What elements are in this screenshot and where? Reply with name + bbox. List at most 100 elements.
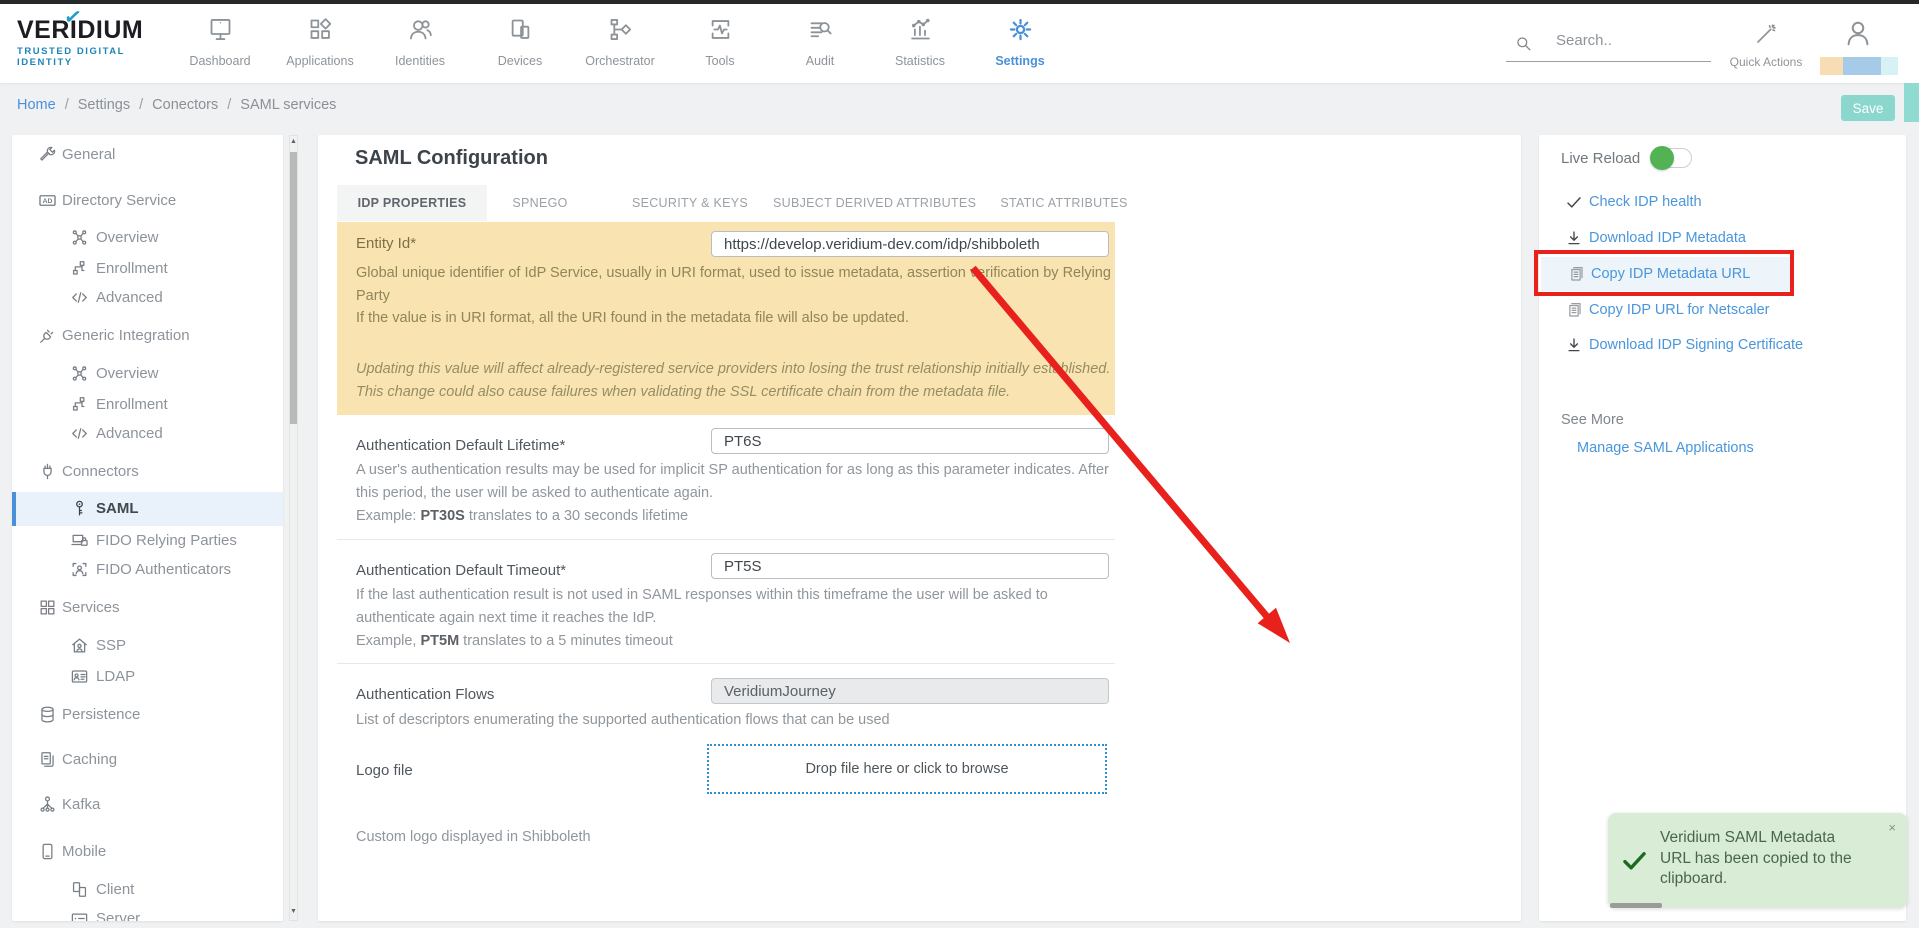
wrench-icon [38, 145, 57, 164]
sidebar-item-generic-integration[interactable]: Generic Integration [12, 321, 283, 351]
auth-default-lifetime-label: Authentication Default Lifetime* [356, 437, 565, 454]
example-line: Example, PT5M translates to a 5 minutes … [356, 630, 1048, 653]
tab-idp-properties[interactable]: IDP PROPERTIES [337, 185, 487, 221]
search-icon[interactable] [1514, 34, 1533, 53]
sidebar-item-gi-overview[interactable]: Overview [12, 359, 283, 389]
nav-item-applications[interactable]: Applications [270, 10, 370, 68]
live-reload-toggle[interactable] [1652, 148, 1692, 168]
scroll-down-arrow-icon[interactable]: ▼ [290, 908, 297, 915]
check-idp-health-link[interactable]: Check IDP health [1539, 188, 1869, 216]
tab-subject-derived-attributes[interactable]: SUBJECT DERIVED ATTRIBUTES [773, 185, 963, 221]
sidebar-item-fido-authenticators[interactable]: FIDO Authenticators [12, 555, 283, 585]
sidebar-item-server[interactable]: Server [12, 904, 283, 921]
grid-icon [38, 598, 57, 617]
sidebar-item-label: Overview [96, 365, 159, 382]
download-idp-metadata-link[interactable]: Download IDP Metadata [1539, 224, 1869, 252]
section-divider [337, 539, 1115, 540]
nav-item-devices[interactable]: Devices [470, 10, 570, 68]
nav-item-orchestrator[interactable]: Orchestrator [570, 10, 670, 68]
sidebar-item-directory-service[interactable]: ADDirectory Service [12, 186, 283, 216]
save-button[interactable]: Save [1841, 95, 1895, 121]
breadcrumb-settings-link[interactable]: Settings [78, 97, 130, 113]
nav-item-label: Devices [470, 54, 570, 68]
download-idp-signing-certificate-link[interactable]: Download IDP Signing Certificate [1539, 331, 1869, 359]
sidebar-item-gi-enrollment[interactable]: Enrollment [12, 390, 283, 420]
nav-item-settings[interactable]: Settings [970, 10, 1070, 68]
entity-id-input[interactable] [711, 231, 1109, 257]
sidebar-item-label: Overview [96, 229, 159, 246]
strip-segment [1843, 57, 1881, 75]
sidebar-item-connectors[interactable]: Connectors [12, 457, 283, 487]
sidebar-item-mobile[interactable]: Mobile [12, 837, 283, 867]
entity-id-description: Global unique identifier of IdP Service,… [356, 262, 1111, 330]
sidebar-item-services[interactable]: Services [12, 593, 283, 623]
sidebar-item-persistence[interactable]: Persistence [12, 700, 283, 730]
sidebar-item-fido-relying-parties[interactable]: FIDO Relying Parties [12, 526, 283, 556]
sidebar-item-ds-overview[interactable]: Overview [12, 223, 283, 253]
breadcrumb-home-link[interactable]: Home [17, 97, 56, 113]
auth-default-timeout-label: Authentication Default Timeout* [356, 562, 566, 579]
sidebar-item-caching[interactable]: Caching [12, 745, 283, 775]
auth-default-timeout-input[interactable] [711, 553, 1109, 579]
auth-default-lifetime-input[interactable] [711, 428, 1109, 454]
tab-static-attributes[interactable]: STATIC ATTRIBUTES [984, 185, 1144, 221]
strip-segment [1820, 57, 1843, 75]
breadcrumb-row: Home/Settings/Conectors/SAML services Sa… [0, 83, 1919, 129]
nav-item-audit[interactable]: Audit [770, 10, 870, 68]
authentication-flows-description: List of descriptors enumerating the supp… [356, 709, 890, 732]
description-line: Party [356, 285, 1111, 308]
copy-idp-url-netscaler-link[interactable]: Copy IDP URL for Netscaler [1539, 296, 1869, 324]
user-avatar-icon[interactable] [1843, 16, 1873, 50]
toast-close-icon[interactable]: × [1888, 820, 1896, 835]
integration-icon [38, 326, 57, 345]
scroll-up-arrow-icon[interactable]: ▲ [290, 138, 297, 145]
nav-item-label: Applications [270, 54, 370, 68]
search-input[interactable] [1556, 32, 1706, 49]
avatar-color-strip [1820, 57, 1898, 75]
authentication-flows-label: Authentication Flows [356, 686, 494, 703]
settings-sidebar: General ADDirectory Service Overview Enr… [12, 135, 283, 921]
ad-badge-icon: AD [38, 191, 57, 210]
sidebar-item-gi-advanced[interactable]: Advanced [12, 419, 283, 449]
idp-actions-panel: Live Reload Check IDP health Download ID… [1539, 135, 1906, 921]
nav-item-label: Settings [970, 54, 1070, 68]
sidebar-item-general[interactable]: General [12, 140, 283, 170]
tab-spnego[interactable]: SPNEGO [495, 185, 585, 221]
nav-item-tools[interactable]: Tools [670, 10, 770, 68]
sidebar-item-client[interactable]: Client [12, 875, 283, 905]
audit-icon [807, 16, 834, 43]
sidebar-item-ds-enrollment[interactable]: Enrollment [12, 254, 283, 284]
sidebar-item-label: FIDO Relying Parties [96, 532, 237, 549]
nav-item-dashboard[interactable]: Dashboard [170, 10, 270, 68]
nav-item-identities[interactable]: Identities [370, 10, 470, 68]
sidebar-item-saml[interactable]: SAML [12, 492, 283, 526]
breadcrumb-separator: / [227, 97, 231, 113]
clipboard-toast-notification: Veridium SAML Metadata URL has been copi… [1608, 813, 1907, 908]
sidebar-item-label: Enrollment [96, 396, 168, 413]
sidebar-item-label: SSP [96, 637, 126, 654]
description-line: Global unique identifier of IdP Service,… [356, 262, 1111, 285]
sidebar-item-kafka[interactable]: Kafka [12, 790, 283, 820]
copy-idp-metadata-url-link[interactable]: Copy IDP Metadata URL [1541, 257, 1791, 291]
nav-item-label: Orchestrator [570, 54, 670, 68]
manage-saml-applications-link[interactable]: Manage SAML Applications [1577, 440, 1754, 456]
live-reload-label: Live Reload [1561, 150, 1640, 167]
sidebar-item-ssp[interactable]: SSP [12, 631, 283, 661]
sidebar-item-ds-advanced[interactable]: Advanced [12, 283, 283, 313]
entity-id-warning: Updating this value will affect already-… [356, 358, 1110, 403]
success-check-icon [1621, 847, 1648, 874]
scrollbar-thumb[interactable] [290, 152, 297, 424]
quick-actions-button[interactable]: Quick Actions [1728, 22, 1804, 69]
device-lock-icon [70, 531, 89, 550]
sidebar-item-ldap[interactable]: LDAP [12, 662, 283, 692]
veridium-admin-page: VERIDIUM ✓ TRUSTED DIGITAL IDENTITY Dash… [0, 0, 1919, 928]
tab-security-keys[interactable]: SECURITY & KEYS [625, 185, 755, 221]
breadcrumb-conectors-link[interactable]: Conectors [152, 97, 218, 113]
auth-default-lifetime-description: A user's authentication results may be u… [356, 459, 1109, 528]
description-line: authenticate again next time it reaches … [356, 607, 1048, 630]
enrollment-icon [70, 259, 89, 278]
sidebar-item-label: General [62, 146, 115, 163]
nav-item-statistics[interactable]: Statistics [870, 10, 970, 68]
description-line: A user's authentication results may be u… [356, 459, 1109, 482]
logo-file-dropzone[interactable]: Drop file here or click to browse [707, 744, 1107, 794]
